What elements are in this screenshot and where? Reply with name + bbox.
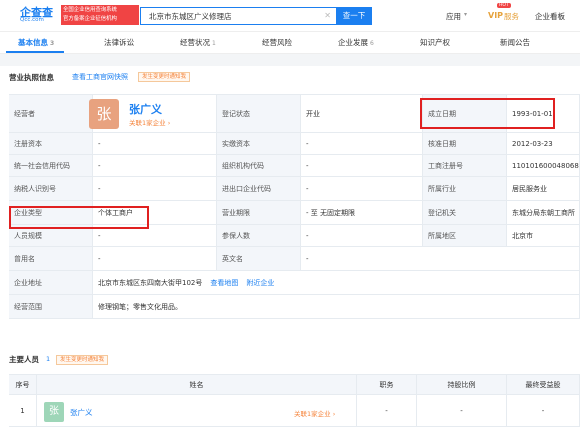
value-credit-code: - — [93, 155, 217, 176]
label-business-term: 营业期限 — [217, 201, 301, 224]
related-companies-link[interactable]: 关联1家企业 › — [294, 408, 335, 418]
tab-bar: 基本信息 3 法律诉讼 经营状况 1 经营风险 企业发展 6 知识产权 新闻公告 — [0, 32, 580, 54]
highlight-company-type — [9, 206, 149, 229]
value-reg-capital: - — [93, 133, 217, 154]
value-english-name: - — [301, 247, 580, 270]
table-row: 统一社会信用代码 - 组织机构代码 - 工商注册号 11010160004806… — [9, 155, 580, 177]
value-business-scope: 修理钢笔；零售文化用品。 — [93, 295, 580, 318]
table-row: 企业地址 北京市东城区东四南大街甲102号 查看地图 附近企业 — [9, 271, 580, 295]
personnel-table: 序号 姓名 职务 持股比例 最终受益股 1 - - - — [9, 374, 580, 427]
label-reg-capital: 注册资本 — [9, 133, 93, 154]
tab-operations[interactable]: 经营状况 1 — [180, 37, 216, 48]
tab-ip[interactable]: 知识产权 — [420, 37, 450, 48]
license-info-table: 经营者 登记状态 开业 成立日期 1993-01-01 注册资本 - 实缴资本 … — [9, 94, 580, 368]
change-notify-button[interactable]: 发生变更时通知我 — [56, 355, 109, 365]
value-address-cell: 北京市东城区东四南大街甲102号 查看地图 附近企业 — [93, 271, 580, 294]
label-import-export-code: 进出口企业代码 — [217, 177, 301, 200]
logo-url: Qcc.com — [20, 17, 44, 23]
logo[interactable]: 企查查 Qcc.com — [4, 4, 58, 26]
label-org-code: 组织机构代码 — [217, 155, 301, 176]
value-taxpayer-id: - — [93, 177, 217, 200]
avatar: 张 — [44, 402, 64, 422]
value-address: 北京市东城区东四南大街甲102号 — [98, 278, 203, 287]
hot-badge: HOT — [497, 3, 511, 8]
search-button[interactable]: 查一下 — [336, 7, 372, 25]
tab-news[interactable]: 新闻公告 — [500, 37, 530, 48]
label-address: 企业地址 — [9, 271, 93, 294]
value-industry: 居民服务业 — [507, 177, 580, 200]
slogan-line-2: 官方备案企业征信机构 — [63, 16, 117, 22]
table-header: 序号 姓名 职务 持股比例 最终受益股 — [9, 375, 580, 395]
table-row: 经营范围 修理钢笔；零售文化用品。 — [9, 295, 580, 319]
value-registration-authority: 东城分局东朝工商所 — [507, 201, 580, 224]
section-title-license: 营业执照信息 — [9, 73, 54, 82]
tab-risk[interactable]: 经营风险 — [262, 37, 292, 48]
label-insured-count: 参保人数 — [217, 225, 301, 246]
section-title-personnel: 主要人员 — [9, 355, 39, 364]
value-insured-count: - — [301, 225, 423, 246]
search-value: 北京市东城区广义修理店 — [149, 12, 232, 21]
row-no: 1 — [9, 395, 37, 426]
label-status: 登记状态 — [217, 95, 301, 132]
label-credit-code: 统一社会信用代码 — [9, 155, 93, 176]
table-row: 纳税人识别号 - 进出口企业代码 - 所属行业 居民服务业 — [9, 177, 580, 201]
value-approval-date: 2012-03-23 — [507, 133, 580, 154]
label-industry: 所属行业 — [423, 177, 507, 200]
top-bar: 企查查 Qcc.com 全国企业信用查询系统 官方备案企业征信机构 北京市东城区… — [0, 0, 580, 32]
row-beneficiary: - — [507, 395, 580, 426]
person-name-link[interactable]: 张广义 — [70, 407, 93, 418]
view-map-link[interactable]: 查看地图 — [210, 278, 238, 288]
active-tab-indicator — [6, 51, 64, 53]
nav-apps[interactable]: 应用 — [446, 11, 461, 22]
tab-basic-info[interactable]: 基本信息 3 — [18, 37, 54, 48]
label-registration-authority: 登记机关 — [423, 201, 507, 224]
section-divider — [0, 54, 580, 66]
tab-development[interactable]: 企业发展 6 — [338, 37, 374, 48]
header-no: 序号 — [9, 375, 37, 394]
label-english-name: 英文名 — [217, 247, 301, 270]
row-role: - — [357, 395, 417, 426]
table-row: 曾用名 - 英文名 - — [9, 247, 580, 271]
tab-legal[interactable]: 法律诉讼 — [104, 37, 134, 48]
slogan-line-1: 全国企业信用查询系统 — [63, 7, 117, 13]
value-org-code: - — [301, 155, 423, 176]
vip-icon[interactable]: VIP — [488, 11, 503, 20]
label-paid-capital: 实缴资本 — [217, 133, 301, 154]
value-business-term: - 至 无固定期限 — [301, 201, 423, 224]
label-former-name: 曾用名 — [9, 247, 93, 270]
chevron-down-icon: ▾ — [464, 11, 468, 18]
label-reg-number: 工商注册号 — [423, 155, 507, 176]
personnel-count: 1 — [46, 355, 51, 363]
value-paid-capital: - — [301, 133, 423, 154]
row-share: - — [417, 395, 507, 426]
value-reg-number: 110101600048068 — [507, 155, 580, 176]
search-input[interactable]: 北京市东城区广义修理店 ✕ — [140, 7, 336, 25]
value-former-name: - — [93, 247, 217, 270]
related-companies-link[interactable]: 关联1家企业 › — [129, 117, 170, 127]
operator-name-link[interactable]: 张广义 — [129, 101, 162, 117]
value-status: 开业 — [301, 95, 423, 132]
label-region: 所属地区 — [423, 225, 507, 246]
highlight-established-date — [420, 98, 555, 129]
value-import-export-code: - — [301, 177, 423, 200]
value-region: 北京市 — [507, 225, 580, 246]
change-notify-button[interactable]: 发生变更时通知我 — [138, 72, 191, 82]
nav-vip-service[interactable]: 服务 — [504, 11, 519, 22]
table-row: 注册资本 - 实缴资本 - 核准日期 2012-03-23 — [9, 133, 580, 155]
label-approval-date: 核准日期 — [423, 133, 507, 154]
nav-workbench[interactable]: 企业看板 — [535, 11, 565, 22]
header-role: 职务 — [357, 375, 417, 394]
avatar: 张 — [89, 99, 119, 129]
header-beneficiary: 最终受益股 — [507, 375, 580, 394]
nearby-companies-link[interactable]: 附近企业 — [246, 278, 274, 288]
header-share: 持股比例 — [417, 375, 507, 394]
header-name: 姓名 — [37, 375, 357, 394]
slogan-badge: 全国企业信用查询系统 官方备案企业征信机构 — [61, 5, 139, 25]
label-business-scope: 经营范围 — [9, 295, 93, 318]
clear-icon[interactable]: ✕ — [324, 11, 331, 20]
official-snapshot-link[interactable]: 查看工商官网快照 — [72, 72, 128, 82]
label-taxpayer-id: 纳税人识别号 — [9, 177, 93, 200]
label-operator: 经营者 — [9, 95, 93, 132]
